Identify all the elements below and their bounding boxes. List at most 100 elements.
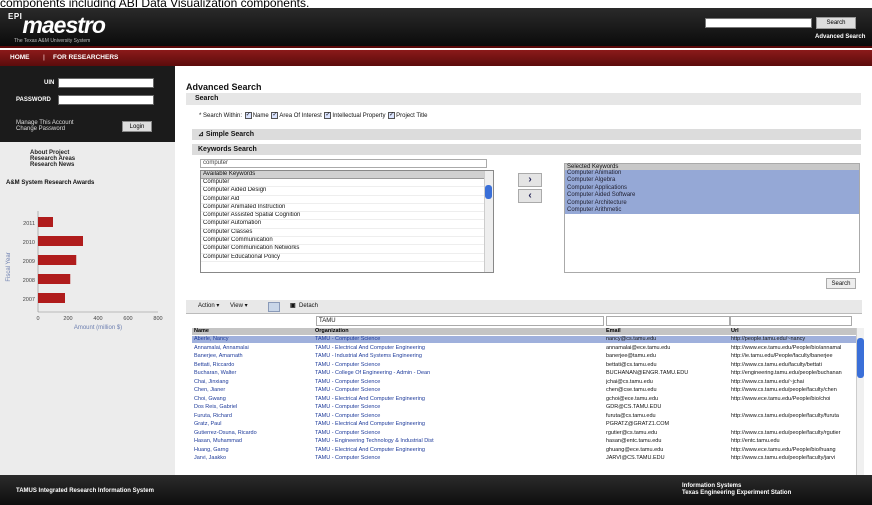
selected-keyword-item[interactable]: Computer Arithmetic [565, 207, 859, 215]
cell-url[interactable]: http://www.cs.tamu.edu/people/faculty/ja… [731, 455, 852, 462]
cell-url[interactable]: http://www.cs.tamu.edu/faculty/bettati [731, 362, 852, 369]
cell-email[interactable]: gchoi@ece.tamu.edu [606, 396, 729, 403]
cell-url[interactable]: http://www.cs.tamu.edu/people/faculty/rg… [731, 430, 852, 437]
available-list-scrollbar[interactable] [484, 171, 493, 272]
available-keyword-item[interactable]: Computer Communication Networks [201, 245, 493, 254]
nav-home[interactable]: HOME [10, 54, 30, 61]
advanced-search-link[interactable]: Advanced Search [815, 34, 865, 40]
checkbox-project-title[interactable]: ✓ [388, 112, 396, 119]
selected-keyword-item[interactable]: Computer Architecture [565, 199, 859, 208]
table-row[interactable]: Aberle, Nancy TAMU - Computer Science nanc… [192, 336, 856, 343]
col-url[interactable]: Url [731, 328, 852, 335]
cell-email[interactable]: BUCHANAN@ENGR.TAMU.EDU [606, 370, 729, 377]
cell-url[interactable]: http://www.ece.tamu.edu/People/bio/huang [731, 447, 852, 454]
table-row[interactable]: Annamalai, Annamalai TAMU - Electrical An… [192, 345, 856, 352]
cell-email[interactable]: ghuang@ece.tamu.edu [606, 447, 729, 454]
table-row[interactable]: Dos Reis, Gabriel TAMU - Computer Science… [192, 404, 856, 411]
table-row[interactable]: Huang, Garng TAMU - Electrical And Comput… [192, 447, 856, 454]
checkbox-intellectual-property[interactable]: ✓ [324, 112, 332, 119]
cell-email[interactable]: GDR@CS.TAMU.EDU [606, 404, 729, 411]
cell-email[interactable]: rgutier@cs.tamu.edu [606, 430, 729, 437]
available-keyword-item[interactable]: Computer Assisted Spatial Cognition [201, 212, 493, 221]
selected-keyword-item[interactable]: Computer Aided Software [565, 192, 859, 200]
login-button[interactable]: Login [122, 121, 152, 132]
cell-email[interactable]: annamalai@ece.tamu.edu [606, 345, 729, 352]
cell-url[interactable]: http://ie.tamu.edu/People/faculty/banerj… [731, 353, 852, 360]
table-row[interactable]: Furuta, Richard TAMU - Computer Science fu… [192, 413, 856, 420]
cell-url[interactable]: http://engineering.tamu.edu/people/bucha… [731, 370, 852, 377]
cell-url[interactable]: http://entc.tamu.edu [731, 438, 852, 445]
cell-email[interactable]: jchai@cs.tamu.edu [606, 379, 729, 386]
cell-email[interactable]: hasan@entc.tamu.edu [606, 438, 729, 445]
header-search-input[interactable] [705, 18, 812, 28]
cell-email[interactable]: PGRATZ@GRATZ1.COM [606, 421, 729, 428]
cell-url[interactable]: http://www.ece.tamu.edu/People/bio/annam… [731, 345, 852, 352]
research-news-link[interactable]: Research News [30, 162, 75, 168]
available-keyword-item[interactable]: Computer Aided Design [201, 187, 493, 196]
available-keyword-item[interactable]: Computer Classes [201, 229, 493, 238]
table-row[interactable]: Chai, Jinxiang TAMU - Computer Science jch… [192, 379, 856, 386]
cell-url[interactable]: http://www.cs.tamu.edu/people/faculty/fu… [731, 413, 852, 420]
selected-keywords-list[interactable]: Selected Keywords Computer Animation Comp… [564, 163, 860, 273]
results-scrollbar[interactable] [856, 328, 864, 475]
export-icon[interactable] [268, 302, 280, 312]
header-search-button[interactable]: Search [816, 17, 856, 29]
checkbox-area-of-interest[interactable]: ✓ [271, 112, 279, 119]
cell-url[interactable]: http://www.ece.tamu.edu/People/bio/choi [731, 396, 852, 403]
available-keyword-item[interactable]: Computer Automation [201, 220, 493, 229]
available-keyword-item[interactable]: Computer Communication [201, 237, 493, 246]
selected-keyword-item[interactable]: Computer Algebra [565, 177, 859, 185]
available-keyword-item[interactable]: Computer Educational Policy [201, 254, 493, 262]
available-keywords-list[interactable]: Available Keywords Computer Computer Aide… [200, 170, 494, 273]
organization-filter[interactable]: TAMU [316, 316, 604, 326]
col-name[interactable]: Name [194, 328, 312, 335]
results-scroll-thumb[interactable] [857, 338, 864, 378]
table-row[interactable]: Chen, Jianer TAMU - Computer Science chen@… [192, 387, 856, 394]
checkbox-name[interactable]: ✓ [244, 112, 252, 119]
col-organization[interactable]: Organization [315, 328, 601, 335]
available-keyword-item[interactable]: Computer Aid [201, 196, 493, 204]
table-row[interactable]: Hasan, Muhammad TAMU - Engineering Techno… [192, 438, 856, 445]
view-menu[interactable]: View ▾ [230, 302, 248, 311]
detach-icon[interactable]: ▣ [290, 302, 296, 311]
cell-name: Bucharan, Walter [194, 370, 237, 376]
table-row[interactable]: Bettati, Riccardo TAMU - Computer Science… [192, 362, 856, 369]
nav-for-researchers[interactable]: FOR RESEARCHERS [53, 54, 118, 61]
change-password-link[interactable]: Change Password [16, 126, 74, 132]
detach-button[interactable]: Detach [299, 302, 318, 311]
table-row[interactable]: Choi, Gwang TAMU - Electrical And Compute… [192, 396, 856, 403]
available-keyword-item[interactable]: Computer [201, 179, 493, 188]
keyword-input[interactable]: computer [200, 159, 487, 168]
cell-email[interactable]: banerjee@tamu.edu [606, 353, 729, 360]
uin-input[interactable] [58, 78, 154, 88]
cell-organization: TAMU - Computer Science [315, 429, 381, 436]
cell-url[interactable]: http://www.cs.tamu.edu/~jchai [731, 379, 852, 386]
password-input[interactable] [58, 95, 154, 105]
table-row[interactable]: Gratz, Paul TAMU - Electrical And Compute… [192, 421, 856, 428]
cell-url[interactable]: http://people.tamu.edu/~nancy [731, 336, 852, 343]
maestro-logo[interactable]: EPImaestro The Texas A&M University Syst… [8, 12, 106, 44]
cell-email[interactable]: bettati@cs.tamu.edu [606, 362, 729, 369]
cell-email[interactable]: chen@cse.tamu.edu [606, 387, 729, 394]
col-email[interactable]: Email [606, 328, 729, 335]
search-button[interactable]: Search [826, 278, 856, 289]
table-row[interactable]: Gutierrez-Osuna, Ricardo TAMU - Computer … [192, 430, 856, 437]
cell-email[interactable]: nancy@cs.tamu.edu [606, 336, 729, 343]
table-row[interactable]: Bucharan, Walter TAMU - College Of Engine… [192, 370, 856, 377]
available-keyword-item[interactable]: Computer Animated Instruction [201, 204, 493, 213]
action-menu[interactable]: Action ▾ [198, 302, 219, 311]
simple-search-toggle[interactable]: ⊿ Simple Search [192, 129, 861, 140]
table-row[interactable]: Jarvi, Jaakko TAMU - Computer Science JARV… [192, 455, 856, 462]
remove-keyword-button[interactable]: ‹ [518, 189, 542, 203]
url-filter[interactable] [730, 316, 852, 326]
add-keyword-button[interactable]: › [518, 173, 542, 187]
table-row[interactable]: Banerjee, Amarnath TAMU - Industrial And … [192, 353, 856, 360]
cell-email[interactable]: furuta@cs.tamu.edu [606, 413, 729, 420]
selected-keyword-item[interactable]: Computer Animation [565, 170, 859, 178]
cell-name: Jarvi, Jaakko [194, 455, 227, 461]
scroll-thumb[interactable] [485, 185, 492, 199]
cell-email[interactable]: JARVI@CS.TAMU.EDU [606, 455, 729, 462]
email-filter[interactable] [606, 316, 730, 326]
cell-url[interactable]: http://www.cs.tamu.edu/people/faculty/ch… [731, 387, 852, 394]
selected-keyword-item[interactable]: Computer Applications [565, 184, 859, 193]
